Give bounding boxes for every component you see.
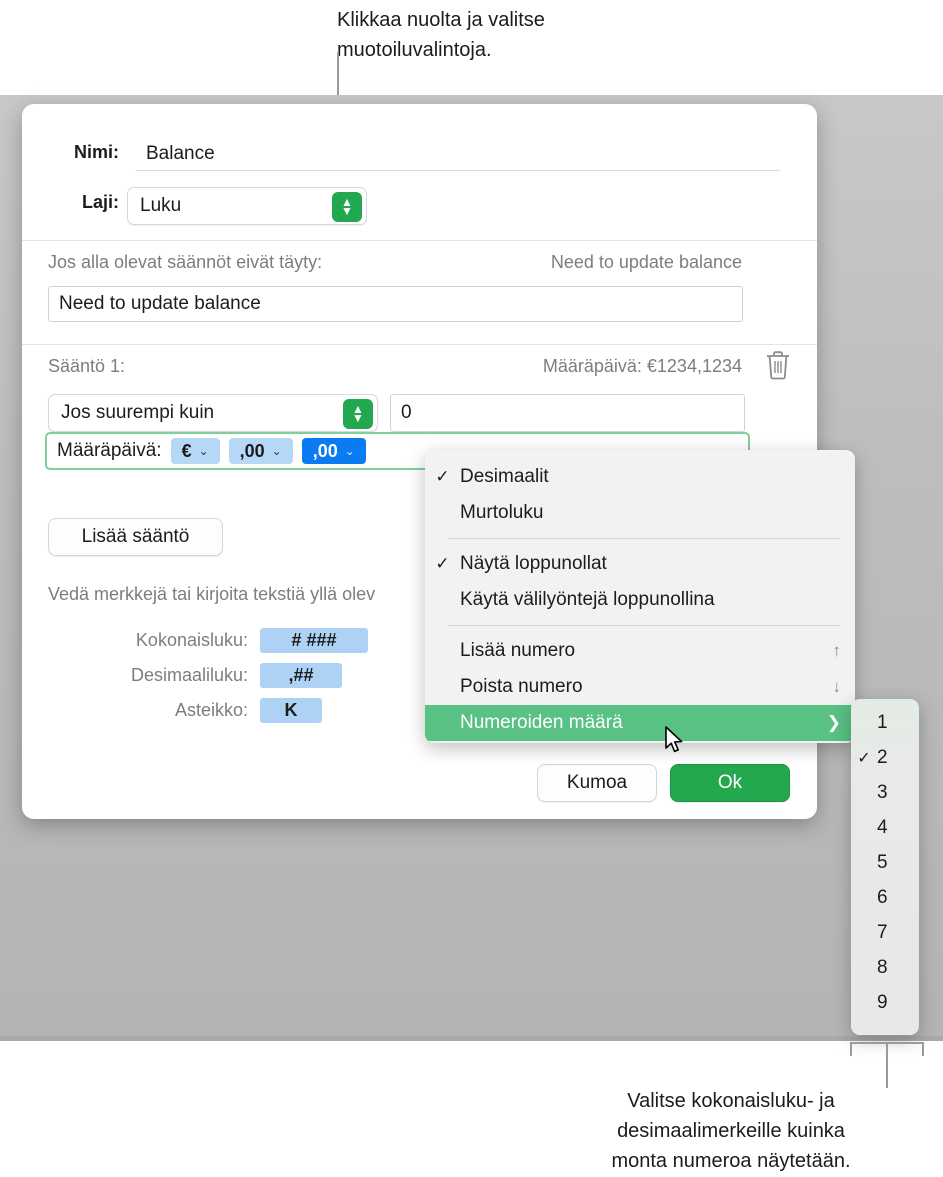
menu-item-murtoluku[interactable]: Murtoluku bbox=[425, 495, 855, 531]
menu-item-nayta-loppunollat[interactable]: ✓ Näytä loppunollat bbox=[425, 546, 855, 582]
condition-popup-button[interactable]: Jos suurempi kuin ▲ ▼ bbox=[48, 394, 378, 432]
fallback-preview: Need to update balance bbox=[550, 252, 742, 272]
kind-popup-button[interactable]: Luku ▲ ▼ bbox=[127, 187, 367, 225]
threshold-input[interactable]: 0 bbox=[390, 394, 745, 432]
submenu-item-1[interactable]: 1 bbox=[851, 705, 919, 740]
section-divider-1 bbox=[22, 240, 817, 241]
menu-item-poista-numero[interactable]: Poista numero ↓ bbox=[425, 669, 855, 705]
menu-item-label: Lisää numero bbox=[460, 640, 576, 661]
token-currency-label: € bbox=[181, 440, 192, 461]
field-token-2[interactable]: K bbox=[260, 698, 322, 723]
rule-preview: Määräpäivä: €1234,1234 bbox=[542, 356, 742, 376]
submenu-item-6[interactable]: 6 bbox=[851, 880, 919, 915]
arrow-down-icon: ↓ bbox=[832, 677, 842, 696]
fallback-label: Jos alla olevat säännöt eivät täyty: bbox=[48, 252, 323, 272]
submenu-item-8[interactable]: 8 bbox=[851, 950, 919, 985]
condition-popup-value: Jos suurempi kuin bbox=[61, 402, 215, 423]
chevron-down-icon[interactable]: ⌄ bbox=[272, 444, 282, 458]
check-icon: ✓ bbox=[435, 554, 450, 573]
menu-item-numeroiden-maara[interactable]: Numeroiden määrä ❯ bbox=[425, 705, 855, 741]
name-label: Nimi: bbox=[74, 142, 119, 162]
mouse-cursor-icon bbox=[665, 726, 683, 753]
chevron-down-icon[interactable]: ⌄ bbox=[199, 444, 209, 458]
token-decimal-1[interactable]: ,00 ⌄ bbox=[228, 438, 293, 464]
submenu-item-7[interactable]: 7 bbox=[851, 915, 919, 950]
token-decimal-1-label: ,00 bbox=[239, 440, 265, 461]
fallback-input[interactable]: Need to update balance bbox=[48, 286, 743, 322]
menu-item-desimaalit[interactable]: ✓ Desimaalit bbox=[425, 459, 855, 495]
format-context-menu[interactable]: ✓ Desimaalit Murtoluku ✓ Näytä loppunoll… bbox=[425, 450, 855, 743]
kind-popup-value: Luku bbox=[140, 195, 182, 216]
submenu-item-3[interactable]: 3 bbox=[851, 775, 919, 810]
menu-item-label: Näytä loppunollat bbox=[460, 553, 607, 574]
callout-bottom-bracket-stem bbox=[886, 1042, 888, 1088]
cancel-button[interactable]: Kumoa bbox=[537, 764, 657, 802]
menu-item-label: Käytä välilyöntejä loppunollina bbox=[460, 589, 715, 610]
name-row: Nimi: bbox=[46, 142, 119, 163]
section-divider-2 bbox=[22, 344, 817, 345]
ok-button[interactable]: Ok bbox=[670, 764, 790, 802]
field-row-1: Desimaaliluku: ,## bbox=[48, 663, 378, 688]
name-input[interactable]: Balance bbox=[135, 137, 780, 171]
arrow-up-icon: ↑ bbox=[832, 641, 842, 660]
menu-separator bbox=[447, 538, 841, 539]
submenu-item-label: 5 bbox=[877, 851, 888, 873]
token-decimal-2[interactable]: ,00 ⌄ bbox=[301, 438, 366, 464]
field-token-0[interactable]: # ### bbox=[260, 628, 368, 653]
field-label-2: Asteikko: bbox=[174, 700, 248, 720]
menu-item-label: Murtoluku bbox=[460, 502, 544, 523]
drag-hint-text: Vedä merkkejä tai kirjoita tekstiä yllä … bbox=[48, 584, 376, 604]
kind-label: Laji: bbox=[81, 192, 119, 212]
add-rule-button[interactable]: Lisää sääntö bbox=[48, 518, 223, 556]
menu-item-label: Desimaalit bbox=[460, 466, 549, 487]
menu-separator bbox=[447, 625, 841, 626]
menu-item-lisaa-numero[interactable]: Lisää numero ↑ bbox=[425, 633, 855, 669]
digit-count-submenu[interactable]: 1 ✓ 2 3 4 5 6 7 8 9 bbox=[851, 699, 919, 1035]
menu-item-label: Numeroiden määrä bbox=[460, 712, 623, 733]
kind-row: Laji: bbox=[46, 192, 119, 213]
field-row-2: Asteikko: K bbox=[48, 698, 378, 723]
submenu-item-label: 4 bbox=[877, 816, 888, 838]
field-label-1: Desimaaliluku: bbox=[130, 665, 248, 685]
field-row-0: Kokonaisluku: # ### bbox=[48, 628, 378, 653]
submenu-item-5[interactable]: 5 bbox=[851, 845, 919, 880]
token-currency[interactable]: € ⌄ bbox=[170, 438, 220, 464]
submenu-item-label: 3 bbox=[877, 781, 888, 803]
submenu-item-9[interactable]: 9 bbox=[851, 985, 919, 1020]
menu-item-kayta-valilyonteja[interactable]: Käytä välilyöntejä loppunollina bbox=[425, 582, 855, 618]
check-icon: ✓ bbox=[857, 749, 871, 767]
token-prefix-label: Määräpäivä: bbox=[57, 440, 162, 461]
submenu-item-4[interactable]: 4 bbox=[851, 810, 919, 845]
trash-icon bbox=[767, 351, 789, 380]
submenu-item-label: 6 bbox=[877, 886, 888, 908]
menu-item-label: Poista numero bbox=[460, 676, 583, 697]
submenu-item-label: 1 bbox=[877, 711, 888, 733]
callout-bottom-text: Valitse kokonaisluku- ja desimaalimerkei… bbox=[611, 1090, 851, 1172]
submenu-item-label: 8 bbox=[877, 956, 888, 978]
field-label-0: Kokonaisluku: bbox=[135, 630, 248, 650]
rule-label: Sääntö 1: bbox=[48, 356, 126, 376]
chevron-down-icon[interactable]: ⌄ bbox=[345, 444, 355, 458]
chevron-up-down-icon[interactable]: ▲ ▼ bbox=[343, 399, 373, 429]
check-icon: ✓ bbox=[435, 467, 450, 486]
submenu-item-label: 7 bbox=[877, 921, 888, 943]
token-decimal-2-label: ,00 bbox=[312, 440, 338, 461]
chevron-right-icon: ❯ bbox=[826, 713, 841, 732]
callout-top-text: Klikkaa nuolta ja valitse muotoiluvalint… bbox=[337, 9, 545, 61]
chevron-up-down-icon[interactable]: ▲ ▼ bbox=[332, 192, 362, 222]
submenu-item-2[interactable]: ✓ 2 bbox=[851, 740, 919, 775]
backdrop-bottom-edge bbox=[0, 1036, 943, 1041]
submenu-item-label: 9 bbox=[877, 991, 888, 1013]
field-token-1[interactable]: ,## bbox=[260, 663, 342, 688]
submenu-item-label: 2 bbox=[877, 746, 888, 768]
delete-rule-button[interactable] bbox=[764, 350, 798, 382]
